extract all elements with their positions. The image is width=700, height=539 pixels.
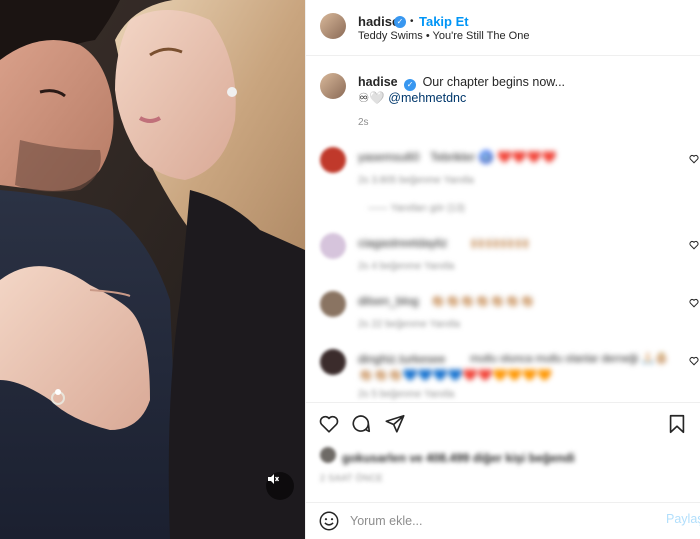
verified-badge-icon: ✓ [394, 16, 406, 28]
comment-username[interactable]: ciagastreetdayliz [358, 236, 447, 250]
post-header: hadise ✓ • Takip Et Teddy Swims • You're… [306, 0, 700, 56]
post-actions-bar: gokusarlen ve 408.499 diğer kişi beğendi… [306, 402, 700, 502]
comment-like-heart-icon[interactable] [689, 356, 699, 366]
comment-like-heart-icon[interactable] [689, 240, 699, 250]
speaker-muted-icon [268, 474, 280, 484]
comment-bubble-icon[interactable] [350, 413, 372, 435]
author-avatar[interactable] [320, 13, 346, 39]
mute-toggle-button[interactable] [266, 472, 294, 500]
liker-avatar [320, 447, 336, 463]
comment-meta[interactable]: 2s 5 beğenme Yanıtla [358, 389, 454, 400]
header-separator: • [410, 16, 414, 27]
likes-summary[interactable]: gokusarlen ve 408.499 diğer kişi beğendi [342, 451, 575, 465]
post-dialog: hadise ✓ • Takip Et Teddy Swims • You're… [0, 0, 700, 539]
comment-text-line2: 👏🏼👏🏼👏🏼💙💙💙💙❤️❤️🧡🧡🧡🧡 [358, 368, 553, 382]
audio-track-link[interactable]: Teddy Swims • You're Still The One [358, 30, 529, 42]
comment-username[interactable]: dilsen_blog [358, 294, 419, 308]
comment-text: 👏🏼👏🏼👏🏼👏🏼👏🏼👏🏼👏🏼 [430, 294, 535, 308]
comment-input[interactable] [350, 510, 650, 532]
caption-emoji: ♾🤍 [358, 91, 385, 105]
caption-username[interactable]: hadise [358, 75, 398, 89]
view-replies-link[interactable]: —— Yanıtları gör (13) [368, 203, 465, 214]
add-comment-bar: Paylaş [306, 502, 700, 539]
share-paper-plane-icon[interactable] [384, 413, 406, 435]
save-bookmark-icon[interactable] [666, 413, 688, 435]
comment-text: 🙌🏼🙌🏼🙌🏼🙌🏼 [470, 236, 530, 250]
commenter-avatar[interactable] [320, 349, 346, 375]
comment-like-heart-icon[interactable] [689, 298, 699, 308]
comment-username[interactable]: dinghiz.turkesee [358, 352, 445, 366]
post-side-panel: hadise ✓ • Takip Et Teddy Swims • You're… [305, 0, 700, 539]
comment-meta[interactable]: 2s 4 beğenme Yanıtla [358, 261, 454, 272]
caption-text: Our chapter begins now... [422, 75, 566, 89]
follow-button[interactable]: Takip Et [419, 14, 469, 29]
post-media-video[interactable] [0, 0, 305, 539]
author-username[interactable]: hadise [358, 14, 399, 29]
like-heart-icon[interactable] [318, 413, 340, 435]
emoji-picker-icon[interactable] [318, 510, 340, 532]
comment-text: Tebrikler 🧿 ❤️❤️❤️❤️ [430, 150, 557, 164]
comment-text: mutlu olunca mutlu olanlar derneği 🙏🏻👶🏼 [470, 353, 669, 365]
caption-author-avatar[interactable] [320, 73, 346, 99]
post-comment-button[interactable]: Paylaş [666, 512, 700, 526]
comment-like-heart-icon[interactable] [689, 154, 699, 164]
commenter-avatar[interactable] [320, 147, 346, 173]
commenter-avatar[interactable] [320, 291, 346, 317]
caption-mention-link[interactable]: @mehmetdnc [388, 91, 466, 105]
commenter-avatar[interactable] [320, 233, 346, 259]
post-age: 2 SAAT ÖNCE [320, 473, 384, 483]
post-caption: hadise ✓ Our chapter begins now... ♾🤍 @m… [358, 74, 678, 106]
comment-meta[interactable]: 2s 22 beğenme Yanıtla [358, 319, 460, 330]
verified-badge-icon: ✓ [404, 79, 417, 91]
caption-timestamp: 2s [358, 117, 369, 128]
comment-meta[interactable]: 2s 3.805 beğenme Yanıtla [358, 175, 474, 186]
comment-username[interactable]: yasemsu60 [358, 150, 419, 164]
video-frame-illustration [0, 0, 305, 539]
